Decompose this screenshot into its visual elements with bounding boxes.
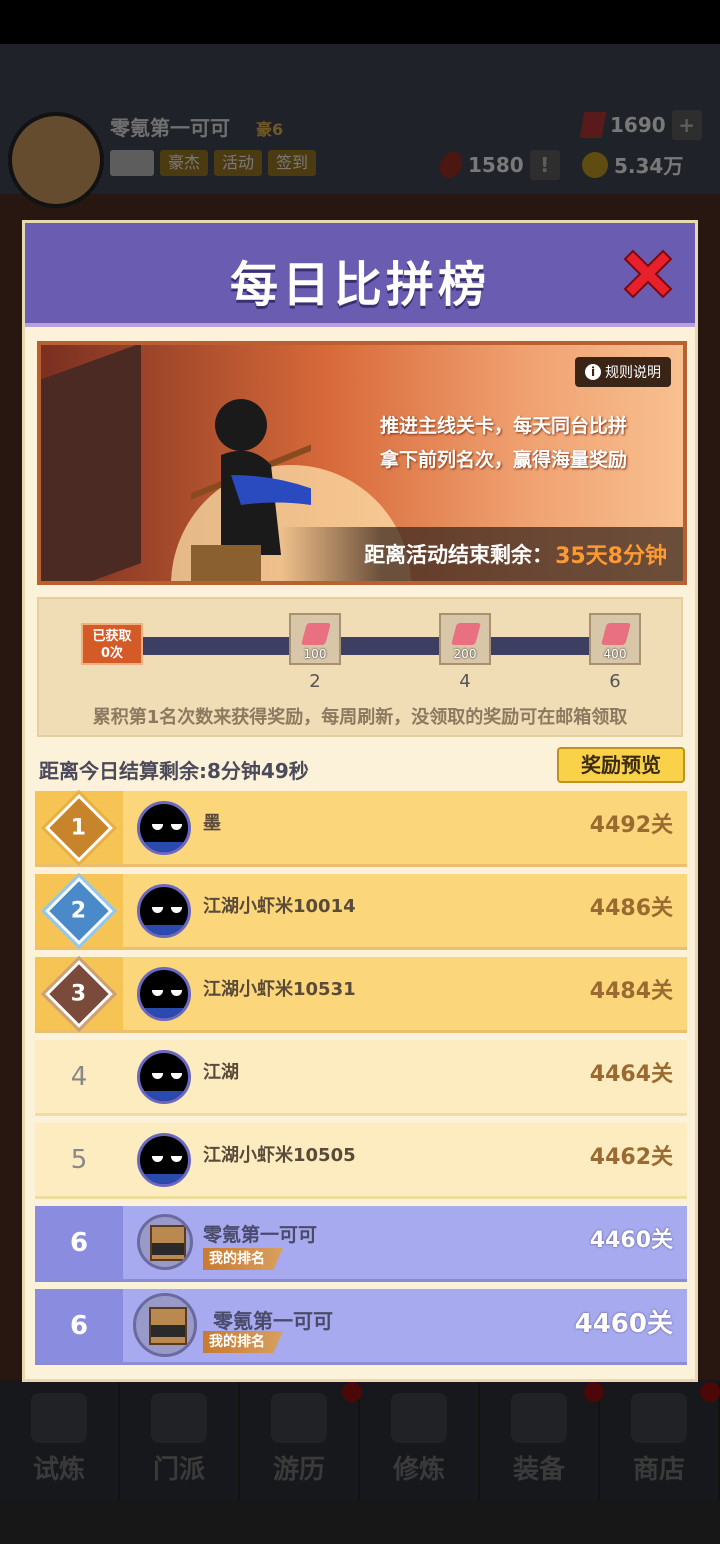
- reward-threshold: 4: [459, 671, 471, 692]
- player-name: 墨: [203, 813, 221, 834]
- banner-line-2: 拿下前列名次，赢得海量奖励: [379, 449, 627, 471]
- avatar-scarf: [140, 1091, 188, 1101]
- progress-hint: 累积第1名次数来获得奖励，每周刷新，没领取的奖励可在邮箱领取: [92, 707, 628, 728]
- reward-box: 400: [589, 613, 641, 665]
- reward-threshold: 6: [609, 671, 621, 692]
- obtained-value: 0次: [100, 646, 124, 661]
- info-icon: i: [585, 364, 601, 380]
- rank-2-badge-icon: 2: [45, 876, 113, 945]
- daily-ranking-dialog: 每日比拼榜 i 规则说明 推进主线关卡，每天同台比拼 拿下前列名次，赢得海量奖励…: [22, 220, 698, 1382]
- player-score: 4462关: [589, 1145, 673, 1170]
- reward-milestone[interactable]: 100 2: [289, 613, 341, 692]
- reward-milestone[interactable]: 200 4: [439, 613, 491, 692]
- avatar-scarf: [140, 842, 188, 852]
- avatar-scarf: [140, 1008, 188, 1018]
- reward-amount: 400: [603, 647, 627, 661]
- rank-cell: 1: [35, 791, 123, 864]
- my-rank-tag: 我的排名: [203, 1331, 283, 1353]
- player-score: 4484关: [589, 979, 673, 1004]
- reward-milestone[interactable]: 400 6: [589, 613, 641, 692]
- player-score: 4460关: [574, 1309, 673, 1339]
- ranking-row[interactable]: 5 江湖小虾米10505 4462关: [35, 1123, 687, 1199]
- banner-description: 推进主线关卡，每天同台比拼 拿下前列名次，赢得海量奖励: [380, 409, 627, 477]
- reward-progress-panel: 已获取 0次 100 2 200 4 400 6 累积第1名次数来获得奖励，每周…: [37, 597, 683, 737]
- countdown-label: 距离活动结束剩余：: [364, 543, 554, 567]
- rank-cell: 3: [35, 957, 123, 1030]
- avatar-eyes: [152, 1156, 182, 1164]
- player-name: 江湖: [203, 1062, 239, 1083]
- banner-roof: [41, 345, 141, 581]
- ranking-row-self[interactable]: 6 零氪第一可可 我的排名 4460关: [35, 1206, 687, 1282]
- my-ranking-row[interactable]: 6 零氪第一可可 我的排名 4460关: [35, 1289, 687, 1365]
- player-name: 零氪第一可可: [203, 1224, 318, 1246]
- avatar-eyes: [152, 990, 182, 998]
- player-avatar[interactable]: [137, 1050, 191, 1104]
- rank-number: 6: [69, 1227, 89, 1258]
- progress-track: [139, 637, 639, 655]
- reward-box: 100: [289, 613, 341, 665]
- box-icon: [149, 1307, 187, 1345]
- obtained-count-badge: 已获取 0次: [81, 623, 143, 665]
- event-banner: i 规则说明 推进主线关卡，每天同台比拼 拿下前列名次，赢得海量奖励 距离活动结…: [37, 341, 687, 585]
- gem-icon: [301, 623, 331, 645]
- player-score: 4464关: [589, 1062, 673, 1087]
- countdown-value: 35天8分钟: [555, 544, 667, 569]
- event-countdown: 距离活动结束剩余： 35天8分钟: [281, 527, 683, 581]
- reward-threshold: 2: [309, 671, 321, 692]
- player-avatar[interactable]: [137, 801, 191, 855]
- reward-amount: 200: [453, 647, 477, 661]
- dialog-header: 每日比拼榜: [25, 223, 695, 327]
- rank-number: 1: [71, 815, 87, 840]
- ranking-row[interactable]: 2 江湖小虾米10014 4486关: [35, 874, 687, 950]
- close-icon[interactable]: [619, 245, 677, 303]
- reward-amount: 100: [303, 647, 327, 661]
- ranking-row[interactable]: 1 墨 4492关: [35, 791, 687, 867]
- rank-cell: 4: [35, 1040, 123, 1113]
- gem-icon: [601, 623, 631, 645]
- rank-number: 3: [71, 981, 87, 1006]
- rank-number: 6: [69, 1310, 89, 1341]
- player-avatar[interactable]: [137, 1133, 191, 1187]
- rank-number: 5: [70, 1144, 88, 1175]
- player-name: 江湖小虾米10505: [203, 1145, 356, 1166]
- rank-1-badge-icon: 1: [45, 793, 113, 862]
- box-icon: [150, 1225, 186, 1261]
- avatar-eyes: [152, 824, 182, 832]
- rank-cell: 5: [35, 1123, 123, 1196]
- player-avatar[interactable]: [137, 884, 191, 938]
- avatar-scarf: [140, 925, 188, 935]
- avatar-eyes: [152, 907, 182, 915]
- rank-3-badge-icon: 3: [45, 959, 113, 1028]
- rank-cell: 6: [35, 1206, 123, 1279]
- player-name: 江湖小虾米10014: [203, 896, 356, 917]
- reward-box: 200: [439, 613, 491, 665]
- rank-cell: 6: [35, 1289, 123, 1362]
- obtained-label: 已获取: [92, 629, 132, 644]
- avatar-eyes: [152, 1073, 182, 1081]
- gem-icon: [451, 623, 481, 645]
- player-avatar[interactable]: [137, 967, 191, 1021]
- ranking-list: 1 墨 4492关 2 江湖小虾米10014 4486关 3 江湖小虾米1053…: [35, 791, 687, 1372]
- rules-button[interactable]: i 规则说明: [575, 357, 671, 387]
- player-score: 4460关: [589, 1228, 673, 1253]
- player-score: 4492关: [589, 813, 673, 838]
- banner-line-1: 推进主线关卡，每天同台比拼: [379, 415, 627, 437]
- ranking-row[interactable]: 3 江湖小虾米10531 4484关: [35, 957, 687, 1033]
- player-name: 江湖小虾米10531: [203, 979, 356, 1000]
- player-name: 零氪第一可可: [213, 1309, 333, 1333]
- rank-cell: 2: [35, 874, 123, 947]
- player-avatar[interactable]: [137, 1214, 193, 1270]
- daily-settle-countdown: 距离今日结算剩余:8分钟49秒: [39, 759, 309, 783]
- dialog-title: 每日比拼榜: [229, 257, 490, 313]
- rank-number: 4: [70, 1061, 88, 1092]
- reward-preview-button[interactable]: 奖励预览: [557, 747, 685, 783]
- my-rank-tag: 我的排名: [203, 1248, 283, 1270]
- player-score: 4486关: [589, 896, 673, 921]
- rank-number: 2: [71, 898, 87, 923]
- avatar-scarf: [140, 1174, 188, 1184]
- ranking-row[interactable]: 4 江湖 4464关: [35, 1040, 687, 1116]
- rules-label: 规则说明: [605, 365, 661, 381]
- player-avatar[interactable]: [133, 1293, 197, 1357]
